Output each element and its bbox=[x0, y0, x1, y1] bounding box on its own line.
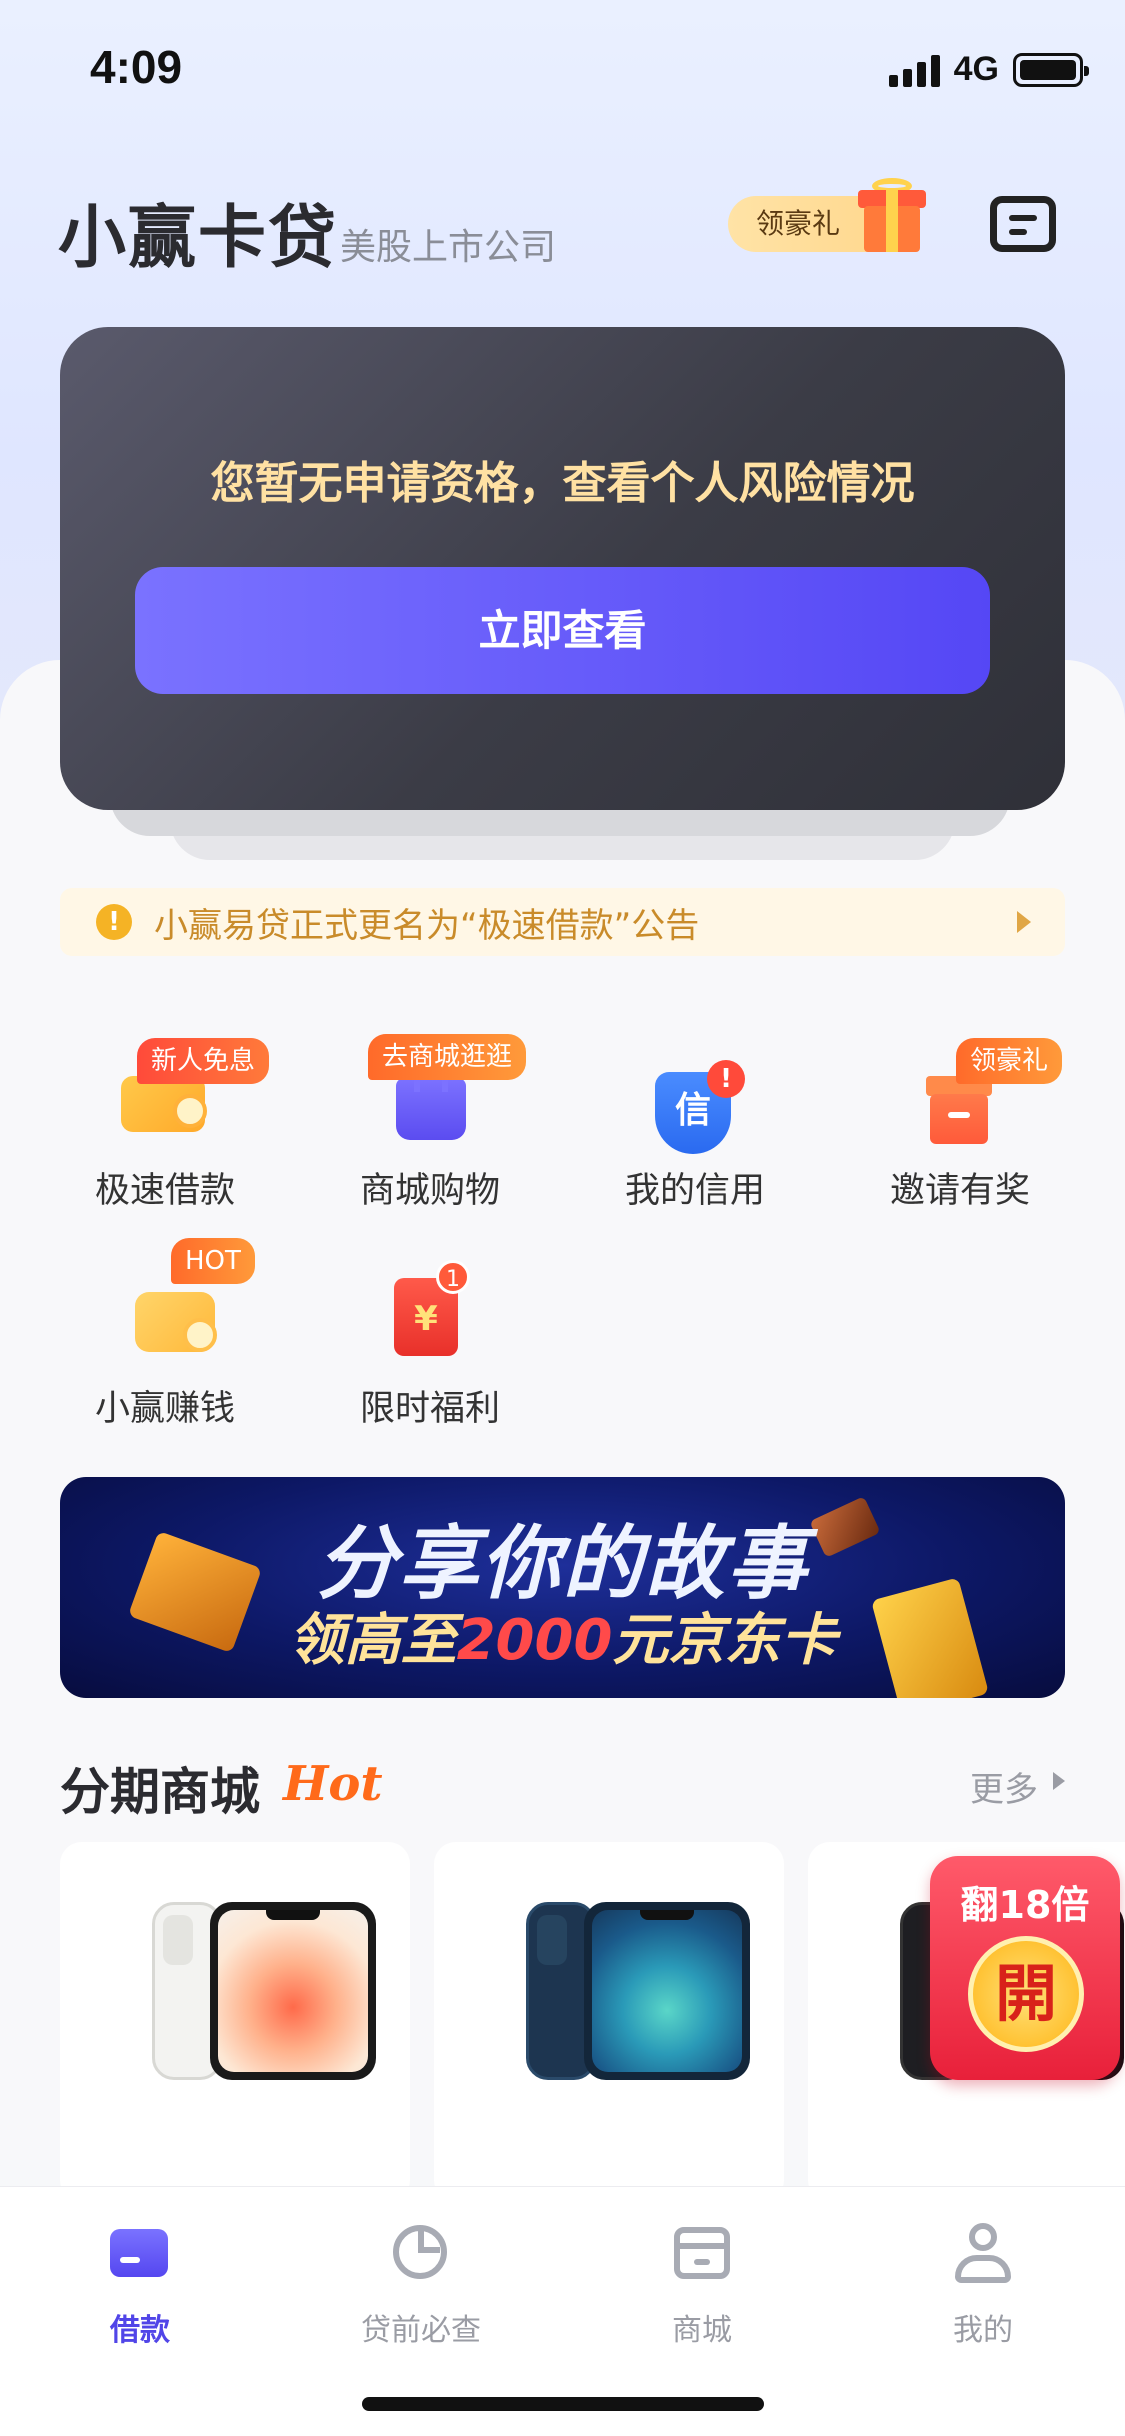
risk-card: 您暂无申请资格，查看个人风险情况 立即查看 bbox=[60, 327, 1065, 810]
pie-chart-icon bbox=[393, 2225, 447, 2279]
hot-label: Hot bbox=[283, 1756, 383, 1812]
home-indicator bbox=[362, 2397, 764, 2411]
notice-bar[interactable]: ! 小赢易贷正式更名为“极速借款”公告 bbox=[60, 888, 1065, 956]
user-icon bbox=[955, 2223, 1011, 2283]
chevron-right-icon bbox=[1053, 1772, 1065, 1790]
alert-badge: ! bbox=[707, 1060, 745, 1098]
store-icon bbox=[674, 2227, 730, 2279]
service-mall-shopping[interactable]: 去商城逛逛 商城购物 bbox=[310, 1034, 550, 1211]
service-label: 极速借款 bbox=[94, 1171, 235, 1211]
banner-suffix: 元京东卡 bbox=[612, 1608, 837, 1673]
tag-badge: 新人免息 bbox=[137, 1038, 270, 1084]
count-badge: 1 bbox=[436, 1260, 470, 1294]
banner-subline: 领高至2000元京东卡 bbox=[60, 1595, 1065, 1676]
battery-icon bbox=[1013, 52, 1089, 87]
service-earn-money[interactable]: HOT 小赢赚钱 bbox=[45, 1238, 285, 1429]
more-link[interactable]: 更多 bbox=[970, 1762, 1038, 1811]
promo-banner[interactable]: 分享你的故事 领高至2000元京东卡 bbox=[60, 1477, 1065, 1698]
signal-icon bbox=[888, 53, 940, 87]
mall-section-title: 分期商城 bbox=[60, 1763, 260, 1821]
service-fast-loan[interactable]: 新人免息 极速借款 bbox=[45, 1038, 285, 1211]
app-subtitle: 美股上市公司 bbox=[340, 227, 557, 268]
service-label: 我的信用 bbox=[624, 1171, 765, 1211]
gift-icon[interactable] bbox=[858, 178, 926, 252]
tag-badge: 领豪礼 bbox=[956, 1038, 1063, 1084]
service-limited-benefits[interactable]: ¥ 1 限时福利 bbox=[310, 1258, 550, 1429]
lucky-draw-float-button[interactable]: 翻18倍 開 bbox=[930, 1856, 1120, 2080]
tab-label: 贷前必查 bbox=[361, 2313, 481, 2348]
tag-badge: 去商城逛逛 bbox=[368, 1034, 527, 1080]
promo-coin-icon: 開 bbox=[968, 1936, 1084, 2052]
phone-front-image bbox=[584, 1902, 750, 2080]
banner-amount: 2000 bbox=[456, 1608, 613, 1673]
tab-label: 借款 bbox=[110, 2313, 170, 2348]
status-time: 4:09 bbox=[90, 41, 183, 93]
card-icon bbox=[110, 2229, 168, 2277]
product-card[interactable] bbox=[60, 1842, 410, 2202]
product-card[interactable] bbox=[434, 1842, 784, 2202]
network-label: 4G bbox=[953, 50, 999, 88]
tab-label: 我的 bbox=[953, 2313, 1013, 2348]
chevron-right-icon bbox=[1017, 911, 1031, 933]
app-title: 小赢卡贷 bbox=[58, 199, 339, 278]
view-now-button[interactable]: 立即查看 bbox=[135, 567, 990, 694]
service-my-credit[interactable]: 信 ! 我的信用 bbox=[575, 1040, 815, 1211]
promo-text: 翻18倍 bbox=[960, 1883, 1090, 1927]
risk-message: 您暂无申请资格，查看个人风险情况 bbox=[210, 458, 915, 509]
warning-icon: ! bbox=[96, 904, 132, 940]
status-indicators: 4G bbox=[888, 50, 1089, 89]
message-icon[interactable] bbox=[990, 196, 1056, 252]
service-label: 邀请有奖 bbox=[889, 1171, 1030, 1211]
notice-text: 小赢易贷正式更名为“极速借款”公告 bbox=[154, 905, 700, 946]
tab-label: 商城 bbox=[672, 2313, 732, 2348]
wallet-coin-icon bbox=[135, 1284, 219, 1354]
service-label: 限时福利 bbox=[359, 1389, 500, 1429]
service-label: 小赢赚钱 bbox=[94, 1389, 235, 1429]
gift-box-icon bbox=[926, 1076, 992, 1146]
banner-prefix: 领高至 bbox=[288, 1608, 457, 1673]
service-invite-reward[interactable]: 领豪礼 邀请有奖 bbox=[840, 1038, 1080, 1211]
tag-badge: HOT bbox=[171, 1238, 255, 1284]
service-label: 商城购物 bbox=[359, 1171, 500, 1211]
phone-front-image bbox=[210, 1902, 376, 2080]
